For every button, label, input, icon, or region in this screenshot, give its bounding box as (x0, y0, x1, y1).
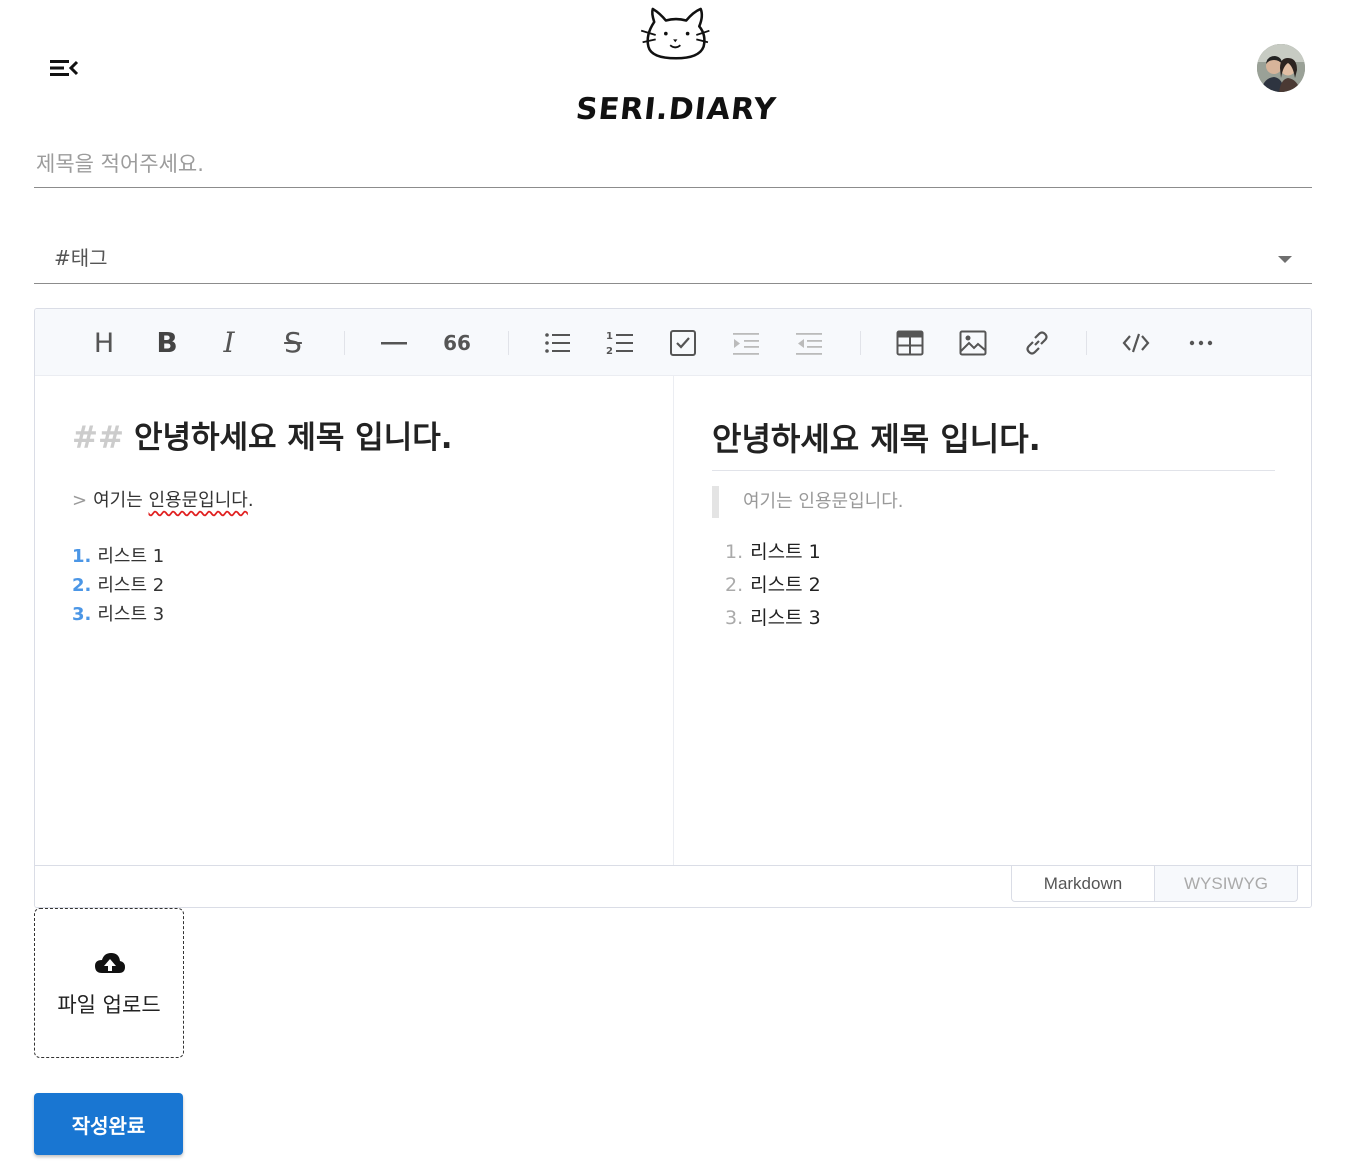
menu-button[interactable] (44, 52, 84, 84)
title-input[interactable] (34, 142, 1312, 186)
list-item: 2. 리스트 2 (72, 575, 165, 596)
preview-blockquote: 여기는 인용문입니다. (712, 486, 903, 518)
list-item: 2. 리스트 2 (725, 574, 821, 596)
menu-collapse-icon (50, 60, 79, 76)
list-item: 1. 리스트 1 (72, 546, 165, 567)
bold-icon[interactable]: B (150, 327, 184, 359)
markdown-editor: H B I S 66 1 2 ## 안녕하세요 제목 입니다. > 여기는 인용… (34, 308, 1312, 908)
code-icon[interactable] (1119, 327, 1153, 359)
preview-heading: 안녕하세요 제목 입니다. (712, 414, 1275, 471)
task-list-icon[interactable] (666, 327, 700, 359)
heading-icon[interactable]: H (87, 327, 121, 359)
md-blockquote: > 여기는 인용문입니다. (72, 490, 254, 511)
indent-icon[interactable] (729, 327, 763, 359)
ordered-list-icon[interactable]: 1 2 (603, 327, 637, 359)
logo-text: SERI.DIARY (574, 92, 779, 127)
mode-switch: Markdown WYSIWYG (35, 865, 1311, 907)
tab-markdown[interactable]: Markdown (1011, 866, 1155, 902)
image-icon[interactable] (956, 327, 990, 359)
bullet-list-icon[interactable] (540, 327, 574, 359)
svg-text:2: 2 (606, 346, 613, 357)
svg-text:1: 1 (606, 331, 613, 342)
preview-ordered-list: 1. 리스트 1 2. 리스트 2 3. 리스트 3 (725, 536, 821, 635)
editor-toolbar: H B I S 66 1 2 (35, 309, 1311, 376)
tag-select-label: #태그 (54, 246, 108, 270)
link-icon[interactable] (1020, 327, 1054, 359)
avatar[interactable] (1257, 44, 1305, 92)
file-upload-label: 파일 업로드 (57, 993, 161, 1017)
table-icon[interactable] (893, 327, 927, 359)
file-upload-button[interactable]: 파일 업로드 (34, 908, 184, 1058)
dropdown-arrow-icon (1278, 256, 1292, 263)
tab-wysiwyg[interactable]: WYSIWYG (1154, 866, 1298, 902)
tag-select[interactable]: #태그 (34, 230, 1312, 284)
quote-icon[interactable]: 66 (440, 327, 474, 359)
md-ordered-list: 1. 리스트 1 2. 리스트 2 3. 리스트 3 (72, 542, 164, 629)
toolbar-divider (1086, 331, 1087, 355)
list-item: 3. 리스트 3 (725, 607, 821, 629)
hr-icon[interactable] (377, 327, 411, 359)
list-item: 3. 리스트 3 (72, 604, 165, 625)
spellcheck-word: 인용문입니다 (148, 490, 248, 511)
strike-icon[interactable]: S (276, 327, 310, 359)
user-avatar-image (1257, 44, 1305, 92)
markdown-pane[interactable]: ## 안녕하세요 제목 입니다. > 여기는 인용문입니다. 1. 리스트 1 2. 리… (35, 376, 674, 865)
cloud-upload-icon (95, 953, 125, 973)
list-item: 1. 리스트 1 (725, 541, 821, 563)
toolbar-divider (344, 331, 345, 355)
md-heading: ## 안녕하세요 제목 입니다. (72, 420, 453, 456)
cat-face-icon (640, 7, 710, 60)
toolbar-divider (860, 331, 861, 355)
italic-icon[interactable]: I (212, 327, 246, 359)
title-field-wrapper (34, 142, 1312, 188)
toolbar-divider (508, 331, 509, 355)
logo[interactable]: SERI.DIARY (574, 6, 779, 130)
submit-button[interactable]: 작성완료 (34, 1093, 183, 1155)
outdent-icon[interactable] (792, 327, 826, 359)
preview-pane: 안녕하세요 제목 입니다. 여기는 인용문입니다. 1. 리스트 1 2. 리스트 … (675, 376, 1311, 865)
more-icon[interactable] (1184, 327, 1218, 359)
